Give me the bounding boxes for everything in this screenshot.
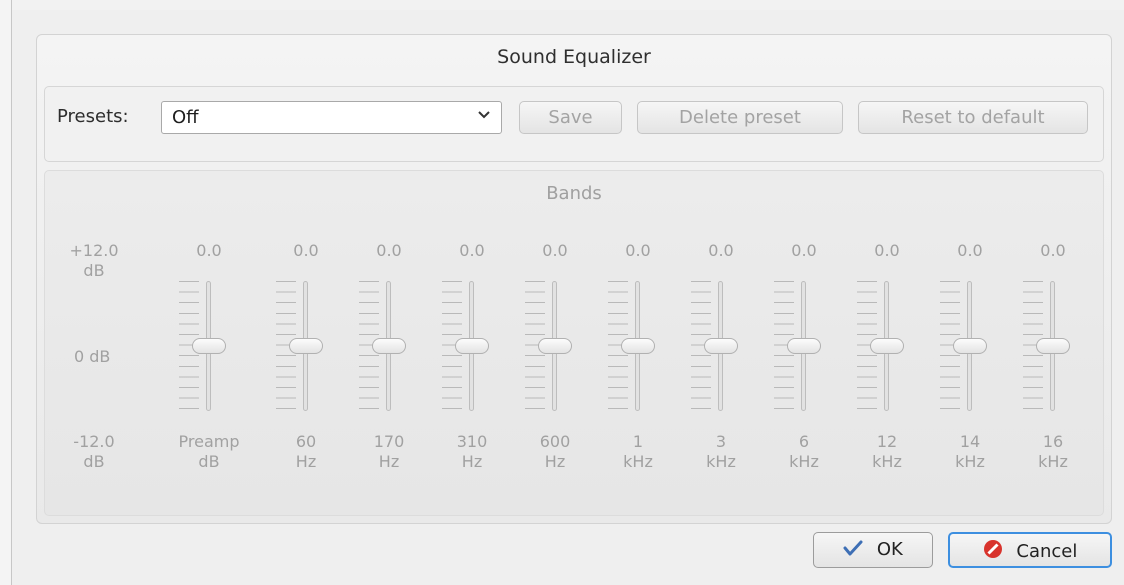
band-label-line2: kHz bbox=[872, 452, 902, 471]
band-value: 0.0 bbox=[293, 241, 319, 260]
window-left-edge bbox=[0, 0, 12, 585]
band-value: 0.0 bbox=[196, 241, 222, 260]
band-value: 0.0 bbox=[1040, 241, 1066, 260]
band-label-line2: Hz bbox=[544, 452, 566, 471]
band-label: 14 kHz bbox=[930, 432, 1010, 472]
band-slider-handle[interactable] bbox=[704, 338, 738, 354]
scale-top-unit: dB bbox=[83, 261, 105, 280]
save-button-label: Save bbox=[548, 107, 593, 128]
presets-combobox[interactable]: Off bbox=[161, 101, 502, 134]
scale-bottom-value: -12.0 bbox=[73, 432, 115, 451]
band-label-line1: 14 bbox=[959, 432, 981, 451]
band-label: 16 kHz bbox=[1013, 432, 1093, 472]
band-label-line2: kHz bbox=[1038, 452, 1068, 471]
band-slider-handle[interactable] bbox=[538, 338, 572, 354]
dialog-title: Sound Equalizer bbox=[497, 46, 651, 68]
band-label-line1: Preamp bbox=[178, 432, 240, 451]
band-label: 3 kHz bbox=[681, 432, 761, 472]
band-label-line2: kHz bbox=[789, 452, 819, 471]
save-button[interactable]: Save bbox=[519, 101, 622, 134]
band-label-line1: 170 bbox=[373, 432, 405, 451]
ok-button-label: OK bbox=[876, 539, 903, 560]
presets-combobox-value: Off bbox=[172, 107, 199, 128]
scale-top-label: +12.0 dB bbox=[54, 241, 134, 281]
presets-label-text: Presets: bbox=[57, 106, 129, 127]
band-label-line2: kHz bbox=[623, 452, 653, 471]
band-label: Preamp dB bbox=[169, 432, 249, 472]
reset-to-default-button[interactable]: Reset to default bbox=[858, 101, 1088, 134]
band-value: 0.0 bbox=[459, 241, 485, 260]
band-label-line2: kHz bbox=[706, 452, 736, 471]
band-label: 12 kHz bbox=[847, 432, 927, 472]
band-label: 6 kHz bbox=[764, 432, 844, 472]
band-value: 0.0 bbox=[791, 241, 817, 260]
band-label: 60 Hz bbox=[266, 432, 346, 472]
cancel-button-label: Cancel bbox=[1016, 541, 1078, 562]
band-label-line1: 1 bbox=[632, 432, 644, 451]
band-label-line2: Hz bbox=[461, 452, 483, 471]
band-label-line1: 310 bbox=[456, 432, 488, 451]
band-slider-handle[interactable] bbox=[870, 338, 904, 354]
band-value: 0.0 bbox=[542, 241, 568, 260]
band-slider-handle[interactable] bbox=[455, 338, 489, 354]
cancel-button[interactable]: Cancel bbox=[948, 532, 1112, 568]
band-slider-handle[interactable] bbox=[192, 338, 226, 354]
band-label-line2: Hz bbox=[295, 452, 317, 471]
bands-title: Bands bbox=[546, 183, 602, 204]
band-label: 310 Hz bbox=[432, 432, 512, 472]
band-slider-handle[interactable] bbox=[787, 338, 821, 354]
band-value: 0.0 bbox=[874, 241, 900, 260]
band-value: 0.0 bbox=[376, 241, 402, 260]
band-label-line1: 600 bbox=[539, 432, 571, 451]
delete-preset-button[interactable]: Delete preset bbox=[637, 101, 843, 134]
band-label-line1: 12 bbox=[876, 432, 898, 451]
chevron-down-icon[interactable] bbox=[477, 106, 491, 125]
band-slider-handle[interactable] bbox=[953, 338, 987, 354]
band-label-line2: dB bbox=[198, 452, 220, 471]
band-value: 0.0 bbox=[957, 241, 983, 260]
band-label-line1: 6 bbox=[798, 432, 810, 451]
scale-bottom-label: -12.0 dB bbox=[54, 432, 134, 472]
band-slider-handle[interactable] bbox=[1036, 338, 1070, 354]
scale-top-value: +12.0 bbox=[69, 241, 119, 260]
reset-to-default-button-label: Reset to default bbox=[901, 107, 1045, 128]
band-slider-handle[interactable] bbox=[372, 338, 406, 354]
band-label-line1: 16 bbox=[1042, 432, 1064, 451]
ok-button[interactable]: OK bbox=[813, 532, 933, 568]
scale-bottom-unit: dB bbox=[83, 452, 105, 471]
equalizer-window: Sound Equalizer Presets: Off Save Delete… bbox=[0, 0, 1124, 585]
band-value: 0.0 bbox=[625, 241, 651, 260]
band-slider-handle[interactable] bbox=[621, 338, 655, 354]
delete-preset-button-label: Delete preset bbox=[679, 107, 801, 128]
band-slider-handle[interactable] bbox=[289, 338, 323, 354]
band-label-line2: Hz bbox=[378, 452, 400, 471]
band-label-line2: kHz bbox=[955, 452, 985, 471]
scale-mid-label: 0 dB bbox=[74, 347, 111, 366]
window-top-strip bbox=[12, 0, 1124, 10]
checkmark-icon bbox=[843, 539, 863, 562]
band-label: 600 Hz bbox=[515, 432, 595, 472]
cancel-icon bbox=[983, 539, 1003, 564]
band-label-line1: 3 bbox=[715, 432, 727, 451]
band-label-line1: 60 bbox=[295, 432, 317, 451]
band-label: 170 Hz bbox=[349, 432, 429, 472]
band-value: 0.0 bbox=[708, 241, 734, 260]
band-label: 1 kHz bbox=[598, 432, 678, 472]
presets-label: Presets: bbox=[57, 106, 129, 127]
